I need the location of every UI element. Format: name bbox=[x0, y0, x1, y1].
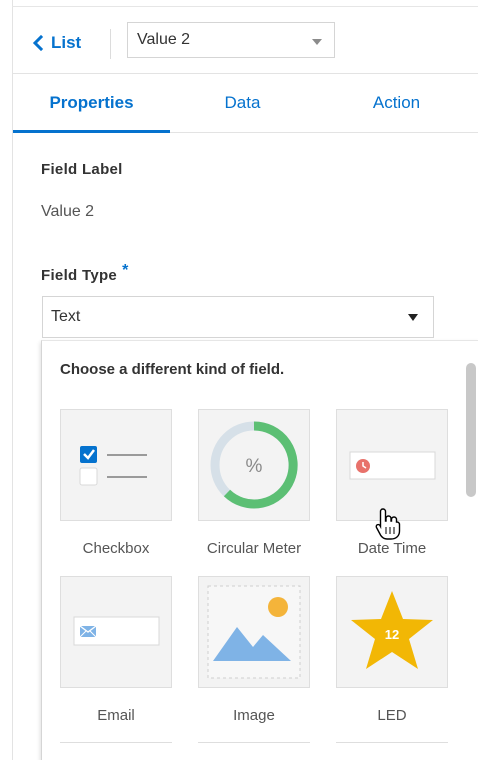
tab-properties[interactable]: Properties bbox=[13, 74, 170, 132]
chevron-left-icon bbox=[32, 35, 44, 51]
date-time-tile bbox=[336, 409, 448, 521]
image-option-label: Image bbox=[233, 707, 275, 724]
image-icon bbox=[207, 585, 301, 679]
field-type-heading-text: Field Type bbox=[41, 267, 118, 284]
active-tab-indicator bbox=[13, 130, 170, 133]
led-tile: 12 bbox=[336, 576, 448, 688]
field-type-selected: Text bbox=[51, 308, 81, 325]
checkbox-tile bbox=[60, 409, 172, 521]
field-type-picker: Choose a different kind of field. Checkb… bbox=[41, 340, 478, 760]
tab-bar: Properties Data Action bbox=[13, 74, 478, 133]
checkbox-icon bbox=[79, 446, 147, 486]
tab-data[interactable]: Data bbox=[170, 74, 315, 132]
tab-action[interactable]: Action bbox=[315, 74, 478, 132]
tab-properties-label: Properties bbox=[49, 93, 134, 112]
next-row-tile-edge bbox=[336, 742, 448, 743]
checkbox-option-label: Checkbox bbox=[82, 540, 150, 557]
field-type-circular-meter-option[interactable]: % Circular Meter bbox=[198, 409, 310, 557]
circular-meter-icon: % bbox=[210, 421, 298, 509]
field-label-value: Value 2 bbox=[41, 203, 95, 220]
back-link-label: List bbox=[51, 33, 82, 52]
email-tile bbox=[60, 576, 172, 688]
field-type-image-option[interactable]: Image bbox=[198, 576, 310, 724]
next-row-tile-edge bbox=[60, 742, 172, 743]
meter-percent-text: % bbox=[246, 456, 263, 477]
field-type-dropdown[interactable]: Text bbox=[42, 296, 434, 338]
field-type-email-option[interactable]: Email bbox=[60, 576, 172, 724]
tab-action-label: Action bbox=[372, 93, 421, 112]
back-to-list-button[interactable]: List bbox=[31, 33, 81, 53]
email-icon bbox=[73, 616, 160, 646]
caret-down-icon bbox=[408, 314, 418, 321]
led-value-text: 12 bbox=[385, 627, 399, 642]
value-selector-text: Value 2 bbox=[137, 31, 191, 48]
email-option-label: Email bbox=[97, 707, 135, 724]
field-type-checkbox-option[interactable]: Checkbox bbox=[60, 409, 172, 557]
led-icon: 12 bbox=[351, 591, 433, 669]
image-tile bbox=[198, 576, 310, 688]
field-type-led-option[interactable]: 12 LED bbox=[336, 576, 448, 724]
value-selector-dropdown[interactable]: Value 2 bbox=[127, 22, 335, 58]
tab-data-label: Data bbox=[224, 93, 261, 112]
next-row-tile-edge bbox=[198, 742, 310, 743]
required-marker: * bbox=[122, 262, 129, 279]
picker-title: Choose a different kind of field. bbox=[60, 361, 285, 378]
panel-header: List Value 2 bbox=[13, 7, 478, 74]
led-option-label: LED bbox=[377, 707, 407, 724]
field-properties-panel: List Value 2 Properties Data Action Fiel… bbox=[0, 0, 478, 760]
picker-scrollbar[interactable] bbox=[466, 363, 476, 497]
date-time-option-label: Date Time bbox=[357, 540, 427, 557]
field-type-heading: Field Type * bbox=[41, 262, 129, 285]
chevron-down-icon bbox=[312, 39, 322, 45]
circular-meter-option-label: Circular Meter bbox=[206, 540, 302, 557]
field-type-date-time-option[interactable]: Date Time bbox=[336, 409, 448, 557]
circular-meter-tile: % bbox=[198, 409, 310, 521]
field-label-heading: Field Label bbox=[41, 161, 123, 178]
date-time-icon bbox=[349, 451, 436, 480]
header-divider bbox=[110, 29, 111, 59]
